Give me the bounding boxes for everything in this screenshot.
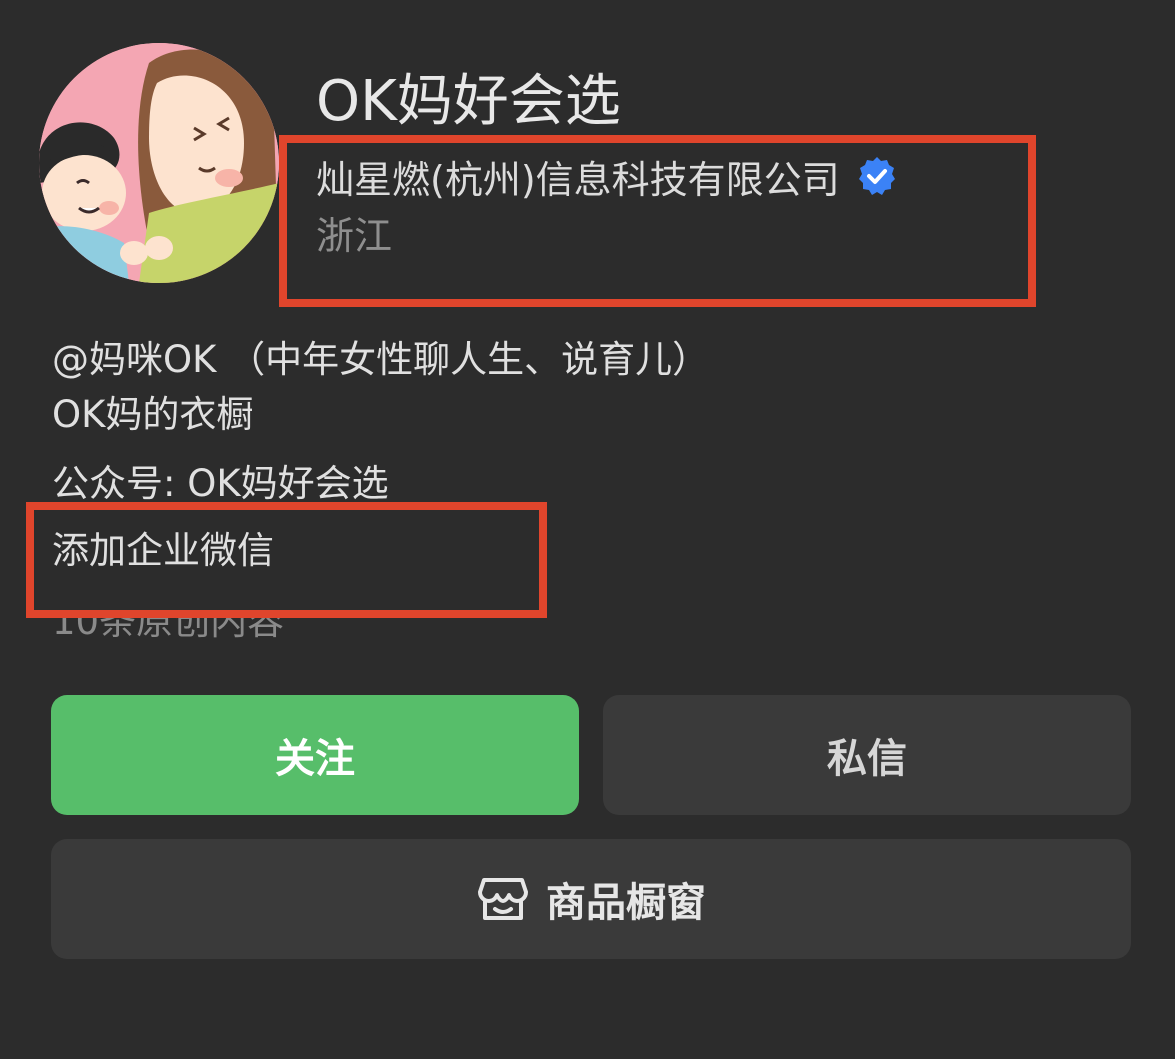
bio-line: @妈咪OK （中年女性聊人生、说育儿） [52, 338, 710, 381]
message-button-label: 私信 [827, 736, 907, 782]
shop-window-button[interactable]: 商品橱窗 [51, 839, 1131, 959]
highlight-box [279, 135, 1036, 307]
avatar[interactable] [39, 43, 279, 283]
profile-name: OK妈好会选 [316, 69, 621, 134]
bio-line: OK妈的衣橱 [52, 393, 254, 436]
follow-button[interactable]: 关注 [51, 695, 579, 815]
shop-window-label: 商品橱窗 [546, 880, 706, 926]
message-button[interactable]: 私信 [603, 695, 1131, 815]
shop-awning-icon [478, 878, 528, 920]
follow-button-label: 关注 [275, 736, 355, 782]
highlight-box [26, 502, 547, 618]
